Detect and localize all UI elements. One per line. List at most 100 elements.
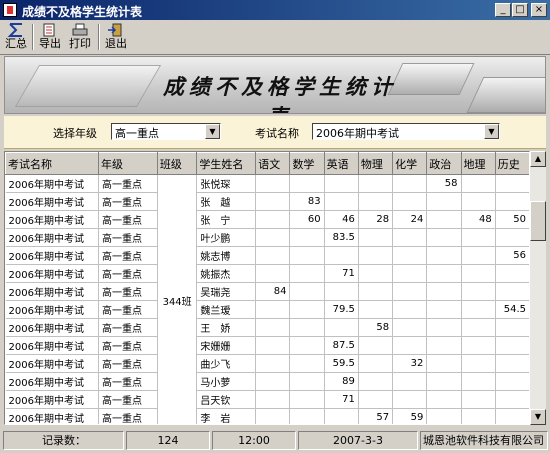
table-cell — [426, 192, 462, 211]
table-cell — [495, 264, 529, 283]
table-cell: 高一重点 — [98, 390, 158, 409]
table-row[interactable]: 2006年期中考试 高一重点 张 宁 60 46 28 24 48 50 — [5, 210, 529, 229]
table-cell — [289, 390, 325, 409]
results-table[interactable]: 考试名称 年级 班级 学生姓名 语文 数学 英语 物理 化学 政治 地理 历史 2006年期中考试 高一… — [4, 151, 530, 425]
table-row[interactable]: 2006年期中考试 高一重点 张 越 83 — [5, 192, 529, 211]
table-cell — [392, 300, 428, 319]
table-cell — [358, 282, 394, 301]
table-cell: 吴瑞尧 — [196, 282, 257, 301]
table-cell — [324, 318, 359, 337]
table-row[interactable]: 2006年期中考试 高一重点 王 娇 58 — [5, 318, 529, 337]
summary-icon — [7, 23, 22, 37]
table-cell: 宋姗姗 — [196, 336, 257, 355]
table-cell — [392, 336, 428, 355]
column-header[interactable]: 年级 — [98, 152, 158, 175]
column-header[interactable]: 化学 — [392, 152, 428, 175]
table-cell: 张 越 — [196, 192, 257, 211]
table-cell: 高一重点 — [98, 246, 158, 265]
table-cell — [255, 192, 291, 211]
column-header[interactable]: 历史 — [494, 152, 529, 175]
table-cell — [289, 318, 325, 337]
scrollbar-thumb[interactable] — [530, 201, 546, 241]
table-row[interactable]: 2006年期中考试 高一重点 吕天钦 71 — [5, 390, 529, 409]
column-header[interactable]: 政治 — [426, 152, 462, 175]
table-cell — [255, 354, 291, 373]
table-cell — [392, 390, 428, 409]
record-label: 记录数： — [3, 431, 124, 450]
grade-label: 选择年级 — [53, 127, 97, 140]
vertical-scrollbar[interactable]: ▲ ▼ — [530, 151, 546, 425]
summary-button[interactable]: 汇总 — [2, 22, 30, 52]
company-name: 城恩池软件科技有限公司 — [420, 431, 548, 450]
maximize-button[interactable]: □ — [512, 3, 528, 17]
table-cell: 2006年期中考试 — [5, 408, 100, 424]
table-cell — [495, 390, 529, 409]
table-row[interactable]: 2006年期中考试 高一重点 吴瑞尧 84 — [5, 282, 529, 301]
table-cell: 高一重点 — [98, 264, 158, 283]
print-button[interactable]: 打印 — [66, 22, 94, 52]
table-cell: 叶少鹏 — [196, 228, 257, 247]
table-cell: 79.5 — [324, 300, 359, 319]
column-header[interactable]: 地理 — [460, 152, 496, 175]
table-cell — [289, 264, 325, 283]
table-cell — [426, 300, 462, 319]
table-cell: 魏兰瑷 — [196, 300, 257, 319]
column-header[interactable]: 考试名称 — [5, 152, 100, 175]
table-cell: 高一重点 — [98, 228, 158, 247]
table-cell: 曲少飞 — [196, 354, 257, 373]
table-row[interactable]: 2006年期中考试 高一重点 姚振杰 71 — [5, 264, 529, 283]
chevron-down-icon[interactable]: ▼ — [205, 124, 220, 139]
table-cell: 2006年期中考试 — [5, 174, 100, 193]
table-row[interactable]: 2006年期中考试 高一重点 344班 张悦琛 58 — [5, 174, 529, 424]
table-cell: 87.5 — [324, 336, 359, 355]
table-row[interactable]: 2006年期中考试 高一重点 李 岩 57 59 — [5, 408, 529, 424]
table-cell: 32 — [392, 354, 428, 373]
table-cell — [255, 246, 291, 265]
minimize-button[interactable]: _ — [495, 3, 511, 17]
table-cell: 姚振杰 — [196, 264, 257, 283]
table-row[interactable]: 2006年期中考试 高一重点 叶少鹏 83.5 — [5, 228, 529, 247]
table-cell — [324, 408, 359, 424]
table-cell — [358, 192, 394, 211]
table-cell — [358, 372, 394, 391]
report-banner: 成绩不及格学生统计表 — [4, 56, 546, 114]
table-cell — [461, 264, 496, 283]
table-cell: 高一重点 — [98, 300, 158, 319]
scroll-down-arrow-icon[interactable]: ▼ — [530, 409, 546, 425]
table-cell — [495, 408, 529, 424]
table-row[interactable]: 2006年期中考试 高一重点 曲少飞 59.5 32 — [5, 354, 529, 373]
table-cell: 71 — [324, 264, 359, 283]
table-cell — [495, 354, 529, 373]
table-row[interactable]: 2006年期中考试 高一重点 马小萝 89 — [5, 372, 529, 391]
table-cell — [358, 228, 394, 247]
table-cell: 2006年期中考试 — [5, 372, 100, 391]
column-header[interactable]: 语文 — [255, 152, 291, 175]
table-row[interactable]: 2006年期中考试 高一重点 姚志博 56 — [5, 246, 529, 265]
exit-button[interactable]: 退出 — [102, 22, 130, 52]
table-row[interactable]: 2006年期中考试 高一重点 宋姗姗 87.5 — [5, 336, 529, 355]
table-cell: 2006年期中考试 — [5, 354, 100, 373]
table-cell: 2006年期中考试 — [5, 228, 100, 247]
table-cell — [495, 318, 529, 337]
close-button[interactable]: × — [531, 3, 547, 17]
table-cell — [495, 372, 529, 391]
table-cell — [461, 390, 496, 409]
table-cell: 59.5 — [324, 354, 359, 373]
column-header[interactable]: 英语 — [323, 152, 359, 175]
table-row[interactable]: 2006年期中考试 高一重点 魏兰瑷 79.5 54.5 — [5, 300, 529, 319]
class-cell: 344班 — [157, 174, 198, 424]
column-header[interactable]: 学生姓名 — [196, 152, 257, 175]
column-header[interactable]: 数学 — [289, 152, 325, 175]
column-header[interactable]: 班级 — [156, 152, 198, 175]
table-cell: 高一重点 — [98, 192, 158, 211]
table-cell — [289, 174, 325, 193]
export-button[interactable]: 导出 — [36, 22, 64, 52]
chevron-down-icon[interactable]: ▼ — [484, 124, 499, 139]
table-cell: 56 — [495, 246, 529, 265]
exam-select[interactable]: 2006年期中考试 ▼ — [312, 123, 500, 140]
table-cell: 2006年期中考试 — [5, 210, 100, 229]
scroll-up-arrow-icon[interactable]: ▲ — [530, 151, 546, 167]
table-cell: 2006年期中考试 — [5, 300, 100, 319]
grade-select[interactable]: 高一重点 ▼ — [111, 123, 221, 140]
column-header[interactable]: 物理 — [357, 152, 394, 175]
